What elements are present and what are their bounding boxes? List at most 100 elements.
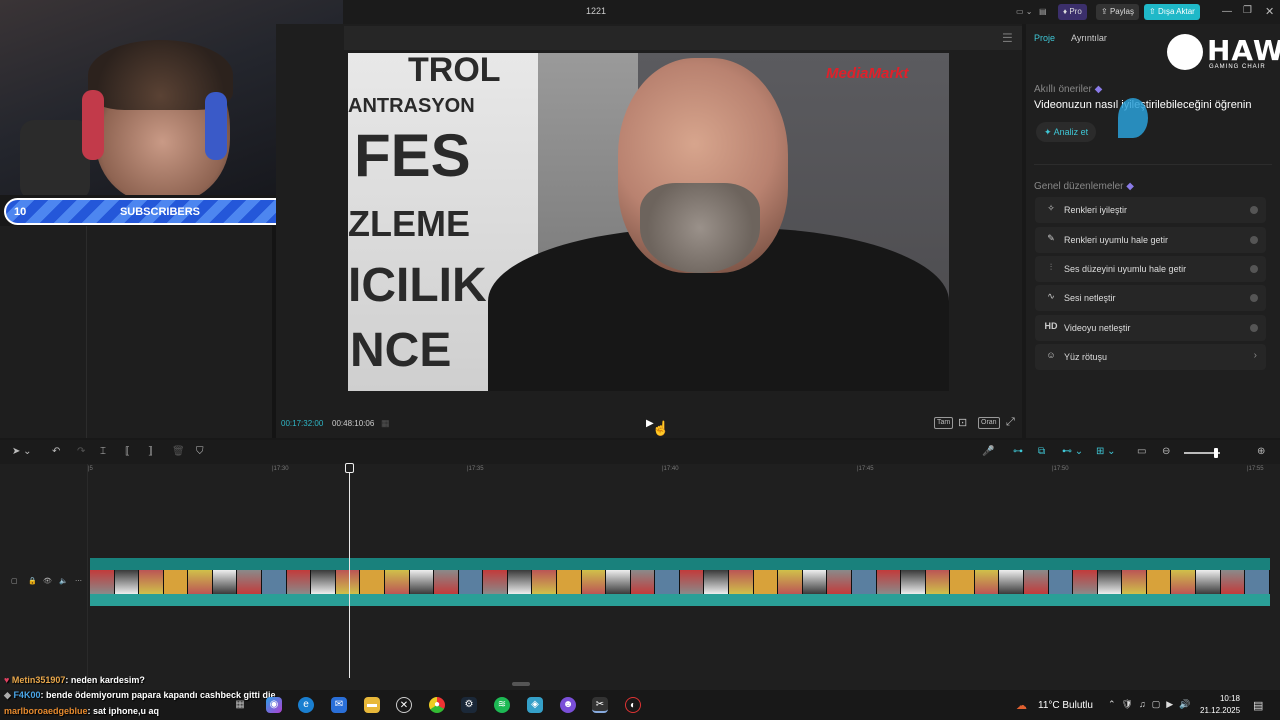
track-cover-icon[interactable]: ▢ [11,577,18,585]
outlook-icon[interactable]: ✉ [331,697,347,713]
clock-time[interactable]: 10:18 [1204,694,1240,703]
tray-icons[interactable]: ⌃🛡♫▢▶🔊 [1108,699,1196,710]
zoom-slider-knob[interactable] [1214,448,1218,458]
clip-thumbnail [1245,570,1270,594]
shield-icon[interactable]: ⛉ [196,446,204,457]
preview-axis-icon[interactable]: ⊞ ⌄ [1096,446,1116,457]
split-icon[interactable]: ⌶ [100,446,106,457]
toggle-indicator[interactable] [1250,294,1258,302]
clip-thumbnail [556,570,582,594]
snap-icon[interactable]: ⧉ [1038,446,1045,457]
clip-thumbnail [409,570,435,594]
toggle-indicator[interactable] [1250,236,1258,244]
video-frame[interactable]: TROL ANTRASYON FES ZLEME ICILIK NCE Medi… [348,53,949,391]
restore-icon[interactable]: ❐ [1243,5,1252,16]
option-normalize-audio[interactable]: ⫶ Ses düzeyini uyumlu hale getir [1035,256,1266,282]
timeline-scrollbar[interactable] [512,682,530,686]
more-icon[interactable]: ⋯ [75,577,82,585]
toggle-indicator[interactable] [1250,324,1258,332]
snapshot-icon[interactable]: ⊡ [958,416,967,429]
wall-text: TROL [408,53,501,89]
ruler-tick: |17:55 [1247,466,1264,472]
close-icon[interactable]: ✕ [1265,5,1274,18]
edge-icon[interactable]: e [298,697,314,713]
task-view-icon[interactable]: ▦ [232,697,248,713]
option-label: Ses düzeyini uyumlu hale getir [1064,264,1187,274]
notification-icon[interactable]: ▤ [1253,699,1263,712]
brand-subtitle: GAMING CHAIR [1209,64,1266,70]
lock-icon[interactable]: 🔒 [28,577,37,585]
badge-icon: ◆ [4,690,11,700]
face-icon: ☺ [1046,350,1056,360]
undo-icon[interactable]: ↶ [52,446,60,457]
recorder-icon[interactable]: ◐ [625,697,641,713]
toggle-indicator[interactable] [1250,206,1258,214]
clip-thumbnail [237,570,263,594]
grid-icon[interactable]: ▦ [381,418,390,429]
magnet-icon[interactable]: ⊷ ⌄ [1062,446,1083,457]
clip-thumbnail [655,570,680,594]
share-button[interactable]: ⇪ Paylaş [1096,4,1139,20]
zoom-in-icon[interactable]: ⊕ [1257,446,1265,457]
option-sharpen-video[interactable]: HD Videoyu netleştir [1035,315,1266,341]
chrome-icon[interactable]: ● [429,697,445,713]
xbox-icon[interactable]: ✕ [396,697,412,713]
clip-thumbnails[interactable] [90,570,1270,594]
redo-icon[interactable]: ↷ [77,446,85,457]
shortcut-icon[interactable]: ▤ [1034,4,1052,20]
folder-icon[interactable]: ▬ [364,697,380,713]
clip-header[interactable] [90,558,1270,570]
option-enhance-voice[interactable]: ∿ Sesi netleştir [1035,285,1266,311]
caption-icon[interactable]: ▭ [1137,446,1146,457]
clip-audio-waveform[interactable] [90,594,1270,606]
clip-thumbnail [1097,570,1123,594]
ruler-tick: |17:35 [467,466,484,472]
expand-icon[interactable]: ⤢ [1006,416,1015,429]
option-enhance-colors[interactable]: ✧ Renkleri iyileştir [1035,197,1266,223]
microphone-icon[interactable]: 🎤 [982,446,994,457]
menu-icon[interactable]: ☰ [1002,31,1013,45]
trim-left-icon[interactable]: ⟦ [125,446,130,457]
pro-button[interactable]: ♦ Pro [1058,4,1087,20]
clip-thumbnail [950,570,975,594]
preview-header [344,26,1022,50]
spotify-icon[interactable]: ≋ [494,697,510,713]
option-face-retouch[interactable]: ☺ Yüz rötuşu › [1035,344,1266,370]
app-icon[interactable]: ◈ [527,697,543,713]
discord-icon[interactable]: ☻ [560,697,576,713]
eye-icon[interactable]: 👁 [43,577,52,585]
playhead[interactable] [349,464,350,678]
fullscreen-mode-button[interactable]: Tam [934,417,954,429]
smart-suggestions-heading: Akıllı öneriler ◆ [1034,84,1102,95]
option-match-colors[interactable]: ✎ Renkleri uyumlu hale getir [1035,227,1266,253]
clip-thumbnail [1048,570,1074,594]
trim-right-icon[interactable]: ⟧ [148,446,153,457]
weather-icon: ☁ [1016,700,1027,712]
clip-thumbnail [212,570,238,594]
general-edits-heading: Genel düzenlemeler ◆ [1034,181,1134,192]
tab-details[interactable]: Ayrıntılar [1071,33,1107,43]
toggle-indicator[interactable] [1250,265,1258,273]
weather-text[interactable]: 11°C Bulutlu [1038,700,1093,711]
clock-date[interactable]: 21.12.2025 [1200,706,1240,715]
link-clips-icon[interactable]: ⊶ [1013,446,1023,457]
speaker-icon[interactable]: 🔈 [59,577,68,585]
playhead-handle[interactable] [345,463,354,473]
minimize-icon[interactable]: — [1222,6,1232,17]
steam-icon[interactable]: ⚙ [461,697,477,713]
clip-thumbnail [1073,570,1098,594]
select-tool-icon[interactable]: ➤ ⌄ [12,446,32,457]
chat-user: marlboroaedgeblue [4,706,88,716]
sliders-icon: ⫶ [1049,262,1053,272]
copilot-icon[interactable]: ◉ [266,697,282,713]
tab-project[interactable]: Proje [1034,33,1055,43]
delete-icon[interactable]: 🗑 [172,446,185,457]
ratio-button[interactable]: Oran [978,417,1000,429]
analyze-button[interactable]: ✦ Analiz et [1036,122,1097,142]
capcut-icon[interactable]: ✂ [592,697,608,713]
total-time: 00:48:10:06 [332,419,375,428]
zoom-out-icon[interactable]: ⊖ [1162,446,1170,457]
clip-thumbnail [581,570,607,594]
export-button[interactable]: ⇧ Dışa Aktar [1144,4,1200,20]
export-label: Dışa Aktar [1157,7,1195,16]
